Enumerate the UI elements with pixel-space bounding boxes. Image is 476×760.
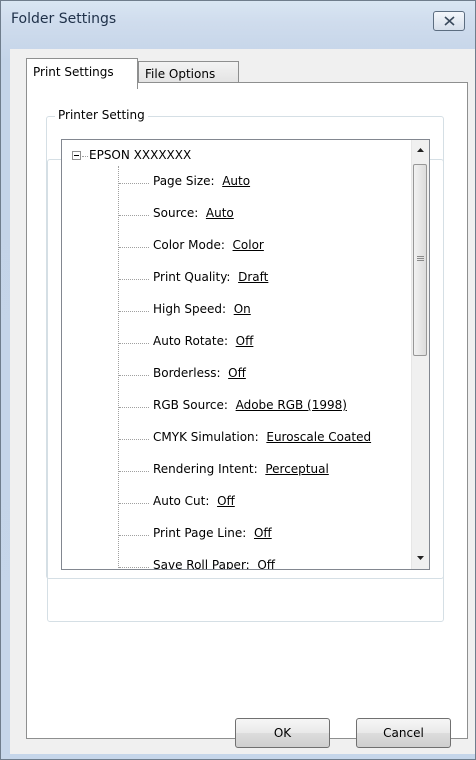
setting-label: Color Mode: — [153, 238, 225, 252]
setting-value[interactable]: Euroscale Coated — [266, 430, 371, 444]
setting-value[interactable]: Off — [254, 526, 272, 540]
scroll-thumb[interactable] — [413, 164, 427, 356]
scroll-up-button[interactable] — [412, 142, 429, 159]
setting-label: Page Size: — [153, 174, 215, 188]
setting-label: RGB Source: — [153, 398, 228, 412]
setting-label: Source: — [153, 206, 199, 220]
close-button[interactable] — [433, 11, 465, 31]
thumb-grip-line — [417, 260, 424, 261]
setting-label: Rendering Intent: — [153, 462, 258, 476]
setting-value[interactable]: Adobe RGB (1998) — [236, 398, 347, 412]
setting-label: Borderless: — [153, 366, 221, 380]
setting-value[interactable]: Draft — [238, 270, 268, 284]
cancel-button[interactable]: Cancel — [356, 718, 451, 748]
scroll-down-button[interactable] — [412, 550, 429, 567]
arrow-up-icon — [417, 148, 424, 152]
vertical-scrollbar[interactable] — [411, 140, 429, 569]
tree-branch-line — [118, 166, 119, 569]
setting-label: CMYK Simulation: — [153, 430, 259, 444]
tree-content: EPSON XXXXXXX Page Size: Auto Source: Au… — [62, 140, 412, 569]
thumb-grip-line — [417, 256, 424, 257]
setting-label: High Speed: — [153, 302, 227, 316]
setting-label: Print Page Line: — [153, 526, 247, 540]
setting-value[interactable]: On — [234, 302, 251, 316]
tab-print-settings[interactable]: Print Settings — [26, 58, 138, 89]
printer-name: EPSON XXXXXXX — [89, 148, 192, 162]
dialog-client-area: Print Settings File Options Printer Sett… — [10, 49, 475, 754]
printer-settings-tree[interactable]: EPSON XXXXXXX Page Size: Auto Source: Au… — [61, 139, 430, 570]
setting-value[interactable]: Perceptual — [265, 462, 328, 476]
collapse-icon[interactable] — [72, 151, 81, 160]
setting-value[interactable]: Color — [233, 238, 264, 252]
setting-value[interactable]: Off — [257, 558, 275, 569]
folder-settings-dialog: Folder Settings Print Settings File Opti… — [0, 0, 476, 760]
window-title: Folder Settings — [11, 11, 117, 27]
setting-label: Auto Rotate: — [153, 334, 229, 348]
setting-label: Print Quality: — [153, 270, 231, 284]
setting-value[interactable]: Off — [228, 366, 246, 380]
setting-label: Save Roll Paper: — [153, 558, 250, 569]
tree-connector — [82, 156, 88, 157]
setting-label: Auto Cut: — [153, 494, 210, 508]
ok-button[interactable]: OK — [235, 718, 330, 748]
setting-value[interactable]: Auto — [222, 174, 250, 188]
thumb-grip-line — [417, 258, 424, 259]
setting-value[interactable]: Off — [217, 494, 235, 508]
arrow-down-icon — [417, 556, 424, 560]
close-icon — [444, 16, 455, 26]
setting-value[interactable]: Off — [236, 334, 254, 348]
printer-setting-groupbox: Printer Setting EPSON XXXXXXX Page Size:… — [46, 108, 444, 579]
setting-value[interactable]: Auto — [206, 206, 234, 220]
printer-setting-label: Printer Setting — [55, 108, 148, 122]
